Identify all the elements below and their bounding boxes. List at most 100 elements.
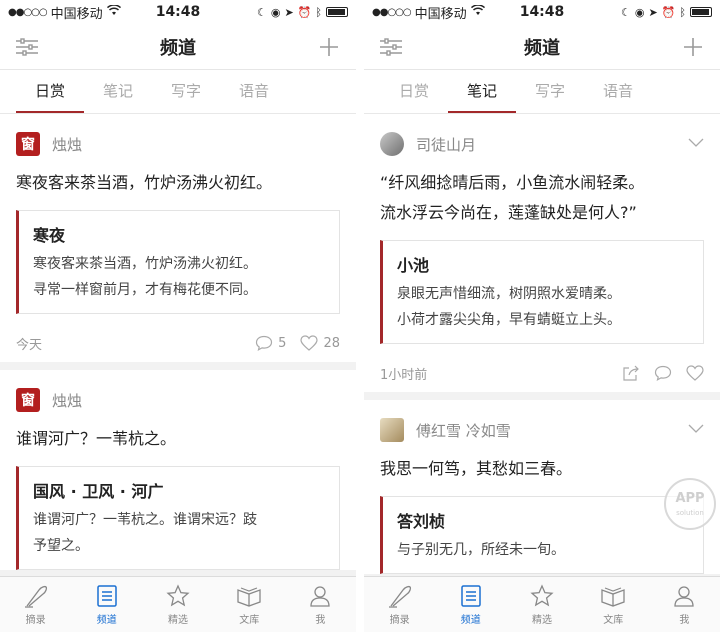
comment-icon xyxy=(256,335,273,351)
feed-card[interactable]: 司徒山月 “纤风细捻晴后雨，小鱼流水闹轻柔。 流水浮云今尚在，莲蓬缺处是何人?”… xyxy=(364,114,720,392)
excerpt-line: “纤风细捻晴后雨，小鱼流水闹轻柔。 xyxy=(380,173,645,192)
signal-icon: ●●○○○ xyxy=(372,6,412,18)
tabbar-item-featured[interactable]: 精选 xyxy=(506,577,577,632)
page-title: 频道 xyxy=(524,37,560,59)
comment-button[interactable] xyxy=(654,365,672,381)
watermark-sub: solution xyxy=(676,509,704,517)
app-solution-watermark: APP solution xyxy=(664,478,716,530)
settings-sliders-icon[interactable] xyxy=(378,34,404,60)
poem-title: 答刘桢 xyxy=(397,512,446,531)
comment-button[interactable]: 5 xyxy=(255,335,286,351)
lock-rotation-icon: ◉ xyxy=(634,5,645,19)
feed-card[interactable]: 窗 烛烛 谁谓河广？一苇杭之。 国风 · 卫风 · 河广 谁谓河广？一苇杭之。谁… xyxy=(0,370,356,570)
bluetooth-icon: ᛒ xyxy=(315,5,322,19)
tab-voice[interactable]: 语音 xyxy=(220,70,288,113)
tabbar-label: 摘录 xyxy=(389,614,410,626)
document-list-icon xyxy=(97,584,117,607)
bottom-tab-bar: 摘录 频道 精选 文库 我 xyxy=(364,576,720,632)
channel-tabs: 日赏 笔记 写字 语音 xyxy=(0,70,356,114)
excerpt-line: 流水浮云今尚在，莲蓬缺处是何人?” xyxy=(380,203,637,222)
wifi-icon xyxy=(106,3,121,20)
signal-icon: ●●○○○ xyxy=(8,6,48,18)
avatar[interactable]: 窗 xyxy=(16,132,40,156)
add-icon[interactable] xyxy=(316,34,342,60)
chevron-down-icon[interactable] xyxy=(688,136,704,152)
tabbar-item-channels[interactable]: 频道 xyxy=(71,577,142,632)
comment-count: 5 xyxy=(278,335,287,351)
tabbar-item-library[interactable]: 文库 xyxy=(214,577,285,632)
moon-icon: ☾ xyxy=(620,5,631,19)
tabbar-item-featured[interactable]: 精选 xyxy=(142,577,213,632)
tab-writing[interactable]: 写字 xyxy=(152,70,220,113)
poem-line: 予望之。 xyxy=(33,538,89,554)
tabbar-label: 摘录 xyxy=(25,614,46,626)
tab-writing[interactable]: 写字 xyxy=(516,70,584,113)
carrier-label: 中国移动 xyxy=(414,6,467,22)
feed-card[interactable]: 傅红雪 冷如雪 我思一何笃，其愁如三春。 答刘桢 与子别无几，所经未一旬。 xyxy=(364,400,720,574)
avatar[interactable] xyxy=(380,132,404,156)
avatar[interactable]: 窗 xyxy=(16,388,40,412)
wifi-icon xyxy=(470,3,485,20)
tabbar-item-excerpts[interactable]: 摘录 xyxy=(364,577,435,632)
tabbar-item-library[interactable]: 文库 xyxy=(578,577,649,632)
lock-rotation-icon: ◉ xyxy=(270,5,281,19)
location-icon: ➤ xyxy=(648,5,658,19)
author-name[interactable]: 司徒山月 xyxy=(416,134,476,155)
avatar[interactable] xyxy=(380,418,404,442)
author-name[interactable]: 傅红雪 冷如雪 xyxy=(416,420,511,441)
settings-sliders-icon[interactable] xyxy=(14,34,40,60)
poem-line: 小荷才露尖尖角，早有蜻蜓立上头。 xyxy=(397,312,621,328)
alarm-icon: ⏰ xyxy=(661,5,676,19)
chevron-down-icon[interactable] xyxy=(688,422,704,438)
book-stack-icon xyxy=(601,586,625,607)
channel-tabs: 日赏 笔记 写字 语音 xyxy=(364,70,720,114)
screen-divider xyxy=(356,0,364,632)
poem-quote-box[interactable]: 寒夜 寒夜客来茶当酒，竹炉汤沸火初红。 寻常一样窗前月，才有梅花便不同。 xyxy=(16,210,340,314)
document-list-icon xyxy=(461,584,481,607)
feed-card[interactable]: 窗 烛烛 寒夜客来茶当酒，竹炉汤沸火初红。 寒夜 寒夜客来茶当酒，竹炉汤沸火初红… xyxy=(0,114,356,362)
share-button[interactable] xyxy=(622,365,640,381)
tabbar-label: 精选 xyxy=(168,614,188,626)
feed-list[interactable]: 窗 烛烛 寒夜客来茶当酒，竹炉汤沸火初红。 寒夜 寒夜客来茶当酒，竹炉汤沸火初红… xyxy=(0,114,356,580)
tab-notes[interactable]: 笔记 xyxy=(84,70,152,113)
phone-screen-left: ●●○○○ 中国移动 14:48 ☾ ◉ ➤ ⏰ ᛒ 频道 日赏 笔记 写字 语… xyxy=(0,0,356,632)
excerpt-text: 寒夜客来茶当酒，竹炉汤沸火初红。 xyxy=(16,173,273,192)
heart-icon xyxy=(300,335,319,351)
nav-bar: 频道 xyxy=(0,24,356,70)
excerpt-text: “纤风细捻晴后雨，小鱼流水闹轻柔。 流水浮云今尚在，莲蓬缺处是何人?” xyxy=(380,168,704,228)
timestamp: 今天 xyxy=(16,337,43,353)
poem-title: 小池 xyxy=(397,256,430,275)
poem-quote-box[interactable]: 答刘桢 与子别无几，所经未一旬。 xyxy=(380,496,704,574)
page-title: 频道 xyxy=(160,37,196,59)
tab-voice[interactable]: 语音 xyxy=(584,70,652,113)
tabbar-item-me[interactable]: 我 xyxy=(649,577,720,632)
bottom-tab-bar: 摘录 频道 精选 文库 我 xyxy=(0,576,356,632)
location-icon: ➤ xyxy=(284,5,294,19)
tabbar-label: 精选 xyxy=(532,614,552,626)
poem-quote-box[interactable]: 国风 · 卫风 · 河广 谁谓河广？一苇杭之。谁谓宋远？跂 予望之。 xyxy=(16,466,340,570)
heart-icon xyxy=(686,365,704,381)
battery-icon xyxy=(690,7,712,17)
star-icon xyxy=(530,583,554,606)
card-meta: 1小时前 xyxy=(380,354,704,392)
tab-daily[interactable]: 日赏 xyxy=(16,70,84,113)
nav-bar: 频道 xyxy=(364,24,720,70)
tabbar-item-me[interactable]: 我 xyxy=(285,577,356,632)
status-bar: ●●○○○ 中国移动 14:48 ☾ ◉ ➤ ⏰ ᛒ xyxy=(364,0,720,24)
poem-line: 寒夜客来茶当酒，竹炉汤沸火初红。 xyxy=(33,256,257,272)
add-icon[interactable] xyxy=(680,34,706,60)
poem-line: 谁谓河广？一苇杭之。谁谓宋远？跂 xyxy=(33,512,257,528)
carrier-label: 中国移动 xyxy=(50,6,103,22)
author-name[interactable]: 烛烛 xyxy=(52,390,82,411)
poem-quote-box[interactable]: 小池 泉眼无声惜细流，树阴照水爱晴柔。 小荷才露尖尖角，早有蜻蜓立上头。 xyxy=(380,240,704,344)
tab-notes[interactable]: 笔记 xyxy=(448,70,516,113)
tabbar-label: 我 xyxy=(315,614,326,626)
tab-daily[interactable]: 日赏 xyxy=(380,70,448,113)
like-button[interactable]: 28 xyxy=(300,335,340,351)
tabbar-item-excerpts[interactable]: 摘录 xyxy=(0,577,71,632)
tabbar-item-channels[interactable]: 频道 xyxy=(435,577,506,632)
author-name[interactable]: 烛烛 xyxy=(52,134,82,155)
poem-title: 国风 · 卫风 · 河广 xyxy=(33,482,164,501)
tabbar-label: 我 xyxy=(679,614,690,626)
like-button[interactable] xyxy=(686,365,704,381)
